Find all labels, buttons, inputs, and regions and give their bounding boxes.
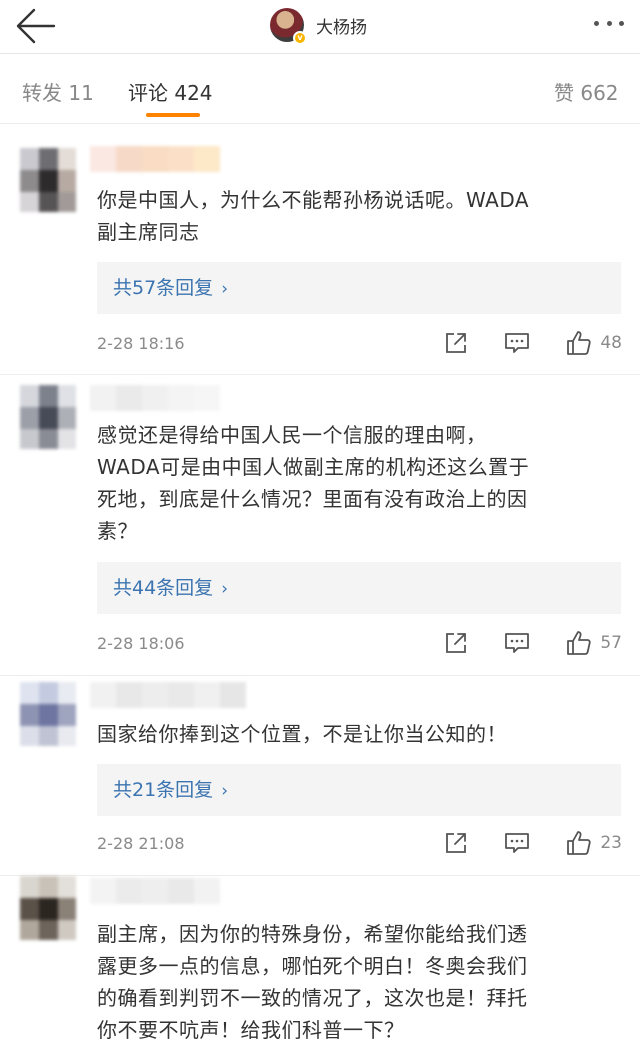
share-button[interactable] — [444, 631, 468, 655]
comment-button[interactable] — [504, 331, 530, 355]
tab-repost[interactable]: 转发 11 — [22, 77, 94, 106]
comment-time: 2-28 18:16 — [97, 334, 185, 353]
comment-actions: 57 — [444, 628, 622, 658]
thumbs-up-icon — [567, 331, 592, 355]
chevron-right-icon: › — [221, 781, 228, 801]
comment-line: 副主席同志 — [97, 220, 200, 244]
share-button[interactable] — [444, 331, 468, 355]
comment-button[interactable] — [504, 631, 530, 655]
replies-count[interactable]: 共44条回复 — [113, 577, 213, 599]
comment-time: 2-28 21:08 — [97, 834, 185, 853]
replies-count[interactable]: 共57条回复 — [113, 277, 213, 299]
back-button[interactable] — [14, 6, 58, 46]
top-bar: v 大杨扬 — [0, 0, 640, 54]
author-avatar[interactable]: v — [270, 8, 307, 45]
replies-link[interactable]: 共44条回复 › — [97, 562, 621, 614]
comment-text: 你是中国人，为什么不能帮孙杨说话呢。WADA 副主席同志 — [97, 184, 617, 248]
comment-line: 的确看到判罚不一致的情况了，这次也是！拜托 — [97, 986, 528, 1010]
commenter-name-blurred[interactable] — [90, 878, 220, 904]
comment-actions: 23 — [444, 828, 622, 858]
replies-count[interactable]: 共21条回复 — [113, 779, 213, 801]
commenter-avatar[interactable] — [20, 876, 76, 940]
comment-actions: 48 — [444, 328, 622, 358]
like-count: 48 — [600, 333, 622, 353]
commenter-name-blurred[interactable] — [90, 146, 220, 172]
like-count: 57 — [600, 633, 622, 653]
more-dots-icon[interactable] — [594, 16, 624, 30]
arrow-left-icon — [16, 8, 56, 44]
comment-line: 露更多一点的信息，哪怕死个明白！冬奥会我们 — [97, 954, 528, 978]
commenter-avatar[interactable] — [20, 682, 76, 746]
comment-line: WADA可是由中国人做副主席的机构还这么置于 — [97, 455, 530, 479]
comment-item: 副主席，因为你的特殊身份，希望你能给我们透 露更多一点的信息，哪怕死个明白！冬奥… — [0, 876, 640, 1057]
comment-line: 副主席，因为你的特殊身份，希望你能给我们透 — [97, 922, 528, 946]
commenter-avatar[interactable] — [20, 148, 76, 212]
commenter-name-blurred[interactable] — [90, 385, 220, 411]
replies-link[interactable]: 共21条回复 › — [97, 764, 621, 816]
tab-comments[interactable]: 评论 424 — [128, 77, 213, 106]
commenter-avatar[interactable] — [20, 385, 76, 449]
thumbs-up-icon — [567, 831, 592, 855]
comment-item: 感觉还是得给中国人民一个信服的理由啊， WADA可是由中国人做副主席的机构还这么… — [0, 375, 640, 676]
like-button[interactable]: 23 — [566, 830, 622, 856]
comment-button[interactable] — [504, 831, 530, 855]
like-button[interactable]: 48 — [566, 330, 622, 356]
comment-line: 素？ — [97, 519, 138, 543]
comment-bubble-icon — [505, 633, 530, 653]
commenter-name-blurred[interactable] — [90, 682, 246, 708]
comment-line: 感觉还是得给中国人民一个信服的理由啊， — [97, 423, 487, 447]
comment-text: 副主席，因为你的特殊身份，希望你能给我们透 露更多一点的信息，哪怕死个明白！冬奥… — [97, 918, 617, 1046]
author-info[interactable]: v 大杨扬 — [270, 5, 367, 45]
comment-bubble-icon — [505, 333, 530, 353]
comment-text: 国家给你捧到这个位置，不是让你当公知的！ — [97, 718, 617, 750]
tab-bar: 转发 11 评论 424 赞 662 — [0, 55, 640, 124]
verified-badge-icon: v — [293, 31, 307, 45]
author-name[interactable]: 大杨扬 — [316, 13, 367, 38]
thumbs-up-icon — [567, 631, 592, 655]
comment-line: 死地，到底是什么情况？里面有没有政治上的因 — [97, 487, 528, 511]
like-button[interactable]: 57 — [566, 630, 622, 656]
tab-likes[interactable]: 赞 662 — [554, 77, 619, 106]
comment-line: 你是中国人，为什么不能帮孙杨说话呢。WADA — [97, 188, 530, 212]
replies-link[interactable]: 共57条回复 › — [97, 262, 621, 314]
share-icon — [446, 333, 467, 353]
comment-text: 感觉还是得给中国人民一个信服的理由啊， WADA可是由中国人做副主席的机构还这么… — [97, 419, 617, 547]
comment-bubble-icon — [505, 833, 530, 853]
comment-item: 国家给你捧到这个位置，不是让你当公知的！ 共21条回复 › 2-28 21:08 … — [0, 676, 640, 876]
comment-line: 你不要不吭声！给我们科普一下？ — [97, 1018, 405, 1042]
chevron-right-icon: › — [221, 279, 228, 299]
like-count: 23 — [600, 833, 622, 853]
share-button[interactable] — [444, 831, 468, 855]
comment-item: 你是中国人，为什么不能帮孙杨说话呢。WADA 副主席同志 共57条回复 › 2-2… — [0, 124, 640, 375]
share-icon — [446, 633, 467, 653]
comment-time: 2-28 18:06 — [97, 634, 185, 653]
active-tab-indicator — [146, 113, 200, 117]
comment-line: 国家给你捧到这个位置，不是让你当公知的！ — [97, 722, 507, 746]
chevron-right-icon: › — [221, 579, 228, 599]
share-icon — [446, 833, 467, 853]
